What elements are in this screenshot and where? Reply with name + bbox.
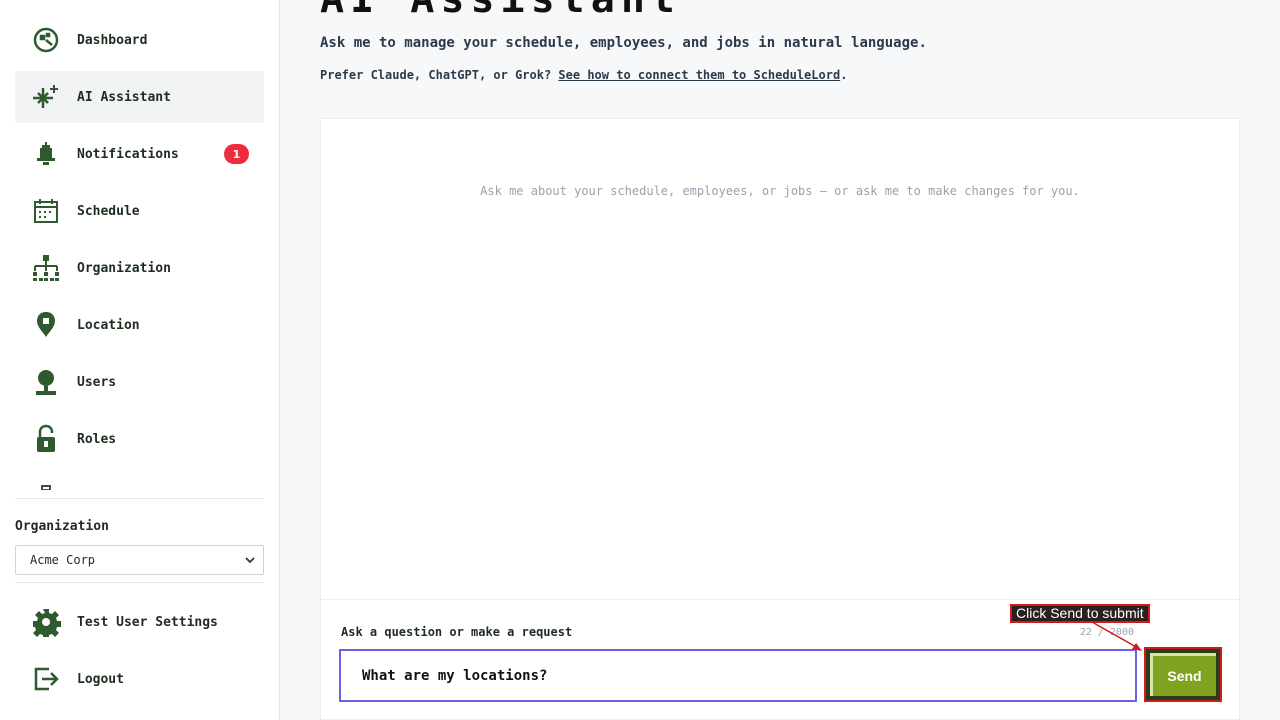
annotation-arrow [1091, 621, 1142, 651]
sidebar-item-test-user-settings[interactable]: Test User Settings [15, 596, 264, 648]
sidebar-item-partial[interactable] [15, 470, 264, 490]
sidebar-item-location[interactable]: Location [15, 299, 264, 351]
sidebar-divider [15, 498, 264, 499]
organization-select-value: Acme Corp [30, 553, 96, 567]
dashboard-icon [30, 24, 62, 56]
sidebar-item-label: Test User Settings [77, 614, 218, 630]
logout-icon [30, 663, 62, 695]
hint-text: Prefer Claude, ChatGPT, or Grok? [320, 68, 559, 82]
integration-hint: Prefer Claude, ChatGPT, or Grok? See how… [320, 68, 847, 82]
page-subtitle: Ask me to manage your schedule, employee… [320, 35, 927, 51]
bell-icon [30, 138, 62, 170]
notification-count-badge: 1 [224, 144, 249, 164]
chat-input[interactable] [339, 649, 1137, 702]
sidebar-item-label: Logout [77, 671, 124, 687]
sidebar-item-label: Schedule [77, 203, 140, 219]
sparkle-icon [30, 81, 62, 113]
sidebar-item-label: Roles [77, 431, 117, 447]
sidebar-item-label: Notifications [77, 146, 179, 162]
sidebar-item-label: AI Assistant [77, 89, 171, 105]
map-pin-icon [30, 309, 62, 341]
user-icon [30, 366, 62, 398]
sidebar-item-organization[interactable]: Organization [15, 242, 264, 294]
org-chart-icon [30, 252, 62, 284]
send-button-highlight: Send [1144, 647, 1222, 702]
sidebar-nav: Dashboard AI Assistant Notifications 1 S… [15, 14, 264, 490]
sidebar-item-notifications[interactable]: Notifications 1 [15, 128, 264, 180]
sidebar-item-dashboard[interactable]: Dashboard [15, 14, 264, 66]
connect-guide-link[interactable]: See how to connect them to ScheduleLord [558, 68, 840, 82]
sidebar-item-users[interactable]: Users [15, 356, 264, 408]
sidebar-item-roles[interactable]: Roles [15, 413, 264, 465]
gear-icon [30, 606, 62, 638]
sidebar-item-schedule[interactable]: Schedule [15, 185, 264, 237]
sidebar-divider [15, 582, 264, 583]
sidebar-item-ai-assistant[interactable]: AI Assistant [15, 71, 264, 123]
sidebar-item-label: Dashboard [77, 32, 148, 48]
page-title: AI Assistant [320, 0, 681, 22]
send-button[interactable]: Send [1150, 653, 1216, 696]
calendar-icon [30, 195, 62, 227]
hint-suffix: . [840, 68, 848, 82]
sidebar: Dashboard AI Assistant Notifications 1 S… [0, 0, 280, 720]
chevron-down-icon [245, 553, 255, 567]
sidebar-bottom-nav: Test User Settings Logout [15, 596, 264, 710]
sidebar-item-logout[interactable]: Logout [15, 653, 264, 705]
sidebar-item-label: Organization [77, 260, 171, 276]
chat-empty-message: Ask me about your schedule, employees, o… [480, 184, 1080, 198]
composer-label: Ask a question or make a request [341, 625, 573, 639]
briefcase-icon [30, 480, 62, 490]
organization-label: Organization [15, 519, 109, 534]
organization-select[interactable]: Acme Corp [15, 545, 264, 575]
sidebar-item-label: Users [77, 374, 117, 390]
sidebar-item-label: Location [77, 317, 140, 333]
lock-icon [30, 423, 62, 455]
